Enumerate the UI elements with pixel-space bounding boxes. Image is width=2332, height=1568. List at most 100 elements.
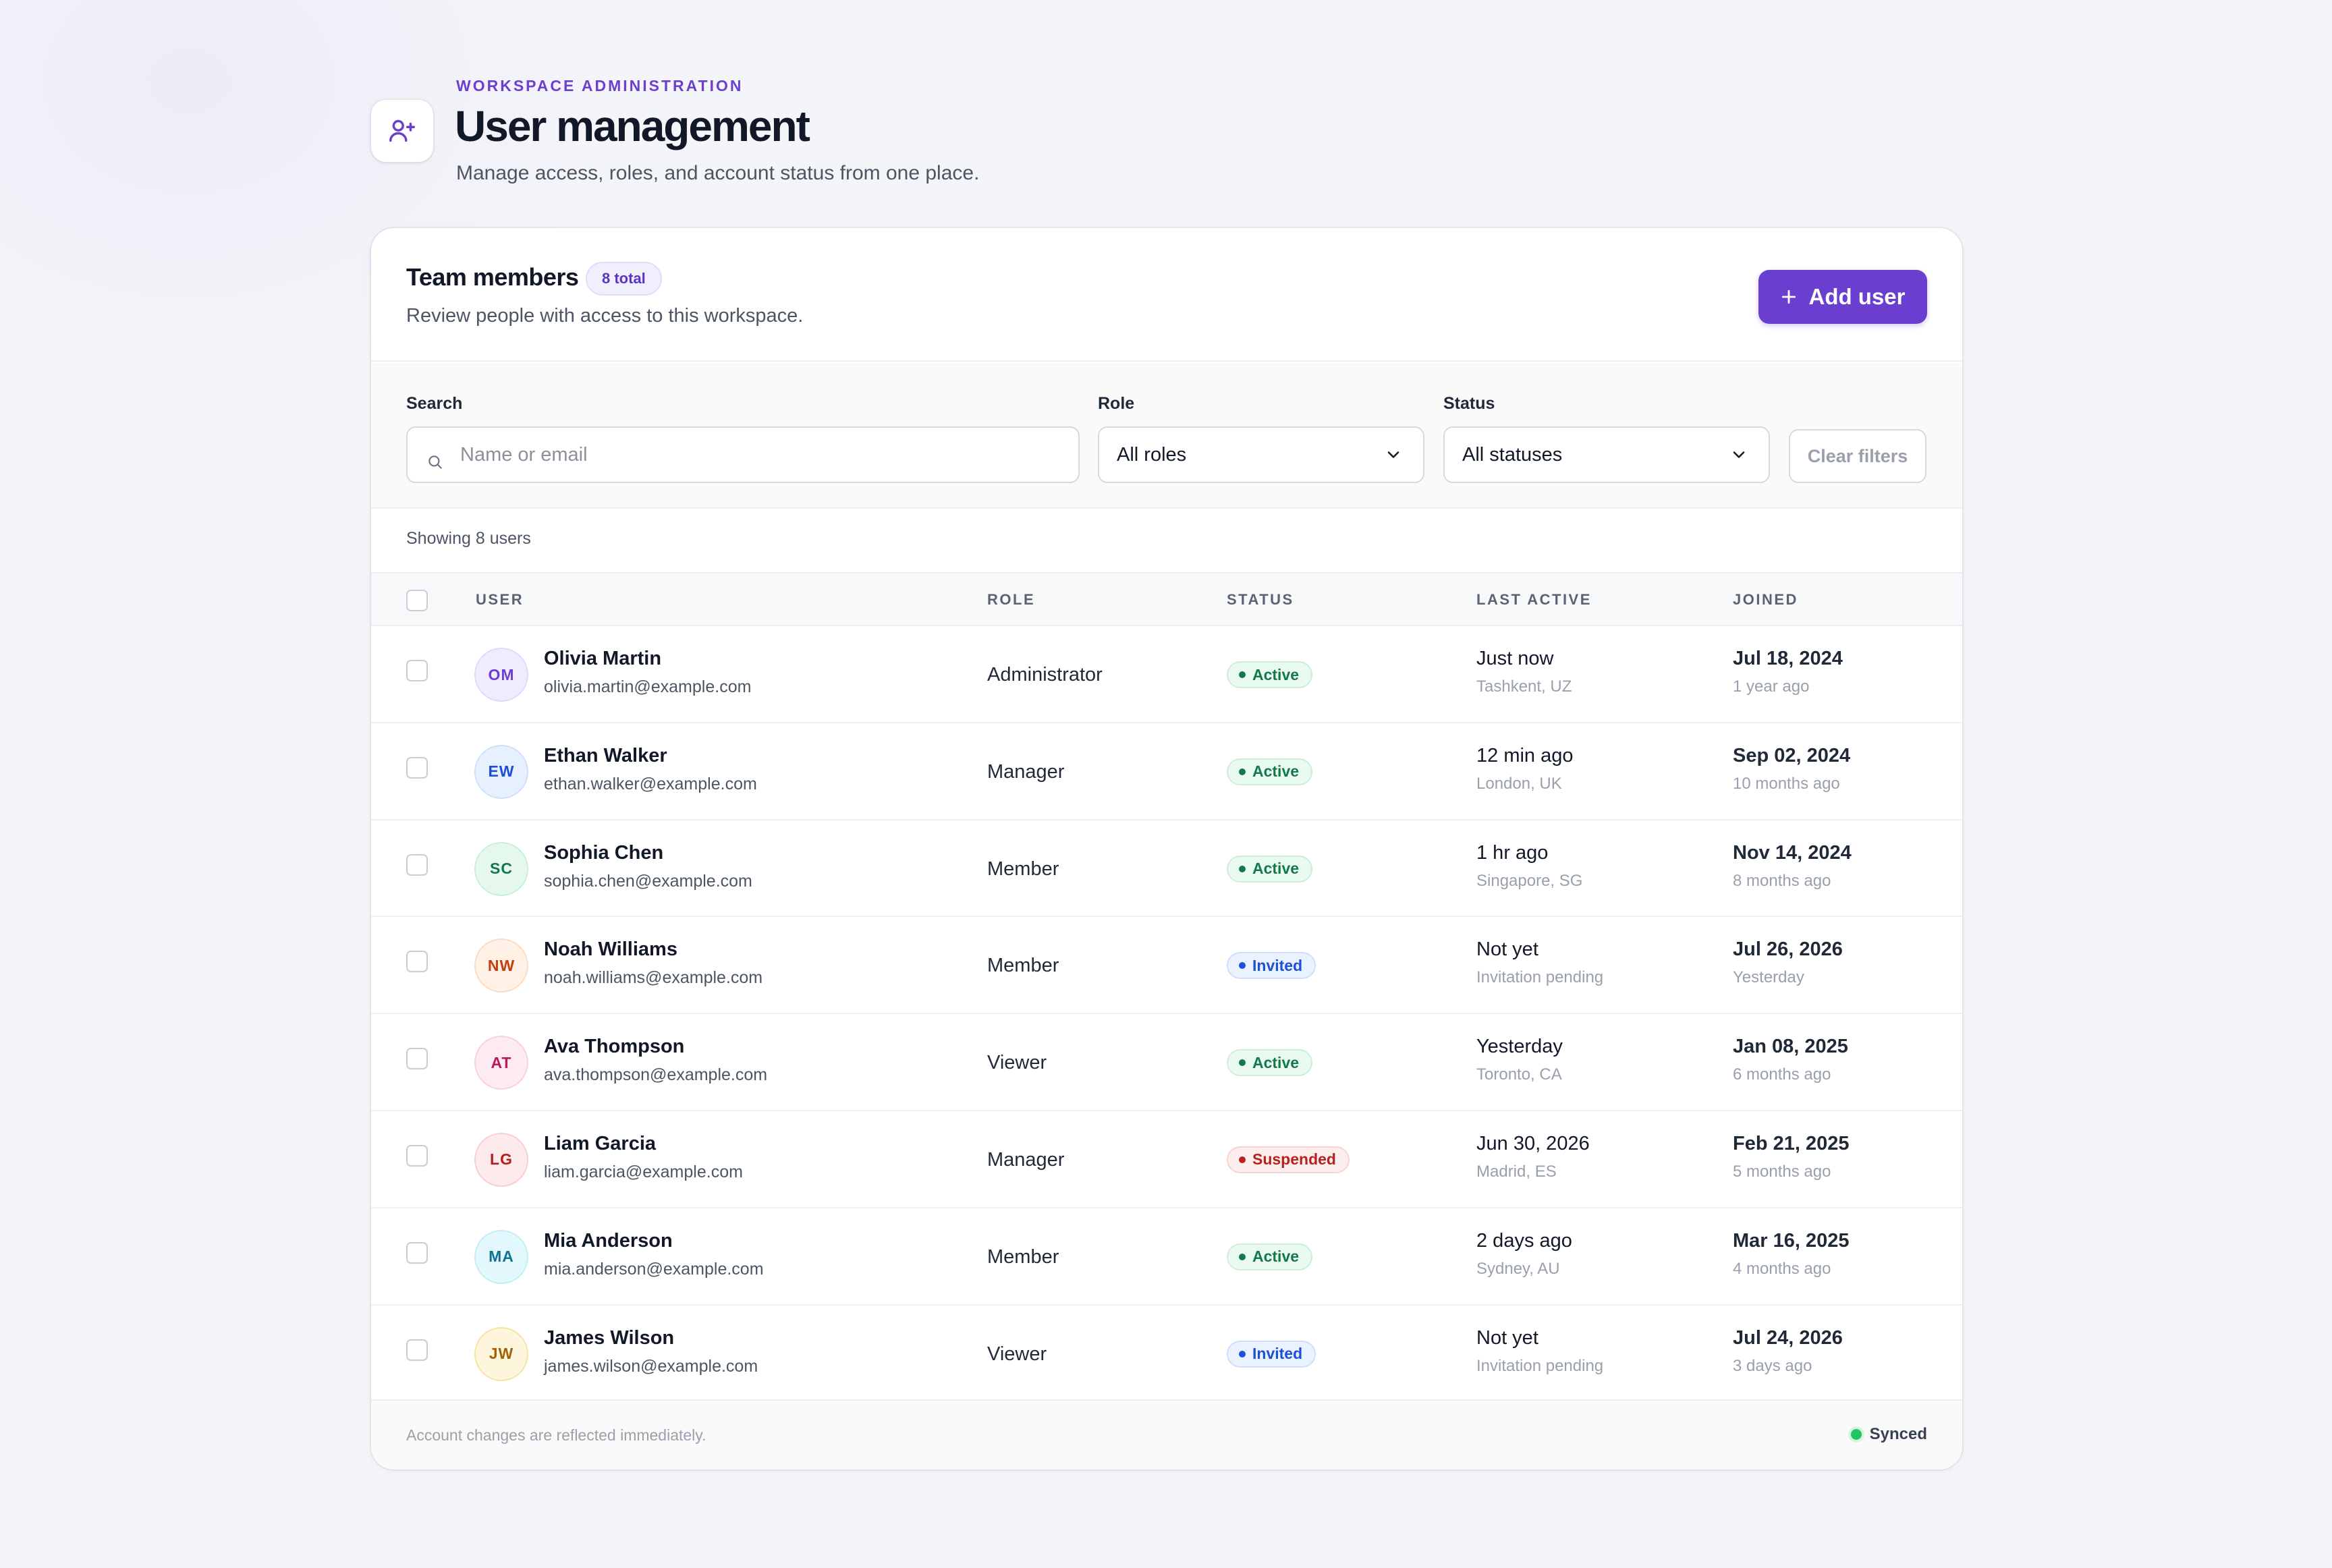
status-badge: Suspended <box>1227 1146 1350 1173</box>
status-badge: Active <box>1227 1243 1313 1270</box>
user-name: Olivia Martin <box>544 648 662 669</box>
user-name: Sophia Chen <box>544 841 664 864</box>
card-title: Team members <box>406 263 579 291</box>
user-email: sophia.chen@example.com <box>544 871 752 891</box>
row-checkbox[interactable] <box>406 660 428 681</box>
plus-icon <box>1782 289 1796 304</box>
status-label: Status <box>1443 394 1495 413</box>
column-header-last-active[interactable]: LAST ACTIVE <box>1476 591 1592 609</box>
row-checkbox[interactable] <box>406 853 428 876</box>
user-email: james.wilson@example.com <box>544 1356 758 1376</box>
last-active-location: Singapore, SG <box>1476 871 1583 890</box>
search-icon <box>428 455 442 469</box>
status-label: Active <box>1252 860 1300 878</box>
table-row[interactable]: MA Mia Anderson mia.anderson@example.com Me… <box>371 1208 1962 1306</box>
table-row[interactable]: LG Liam Garcia liam.garcia@example.com Mana… <box>371 1111 1962 1208</box>
last-active-location: Tashkent, UZ <box>1476 677 1572 696</box>
user-name: Ethan Walker <box>544 744 667 766</box>
status-dot <box>1239 671 1246 678</box>
sync-status: Synced <box>1850 1425 1927 1444</box>
avatar: LG <box>476 1133 527 1185</box>
last-active: Not yet <box>1476 1326 1538 1349</box>
search-label: Search <box>406 394 463 413</box>
avatar: OM <box>476 649 527 700</box>
table-row[interactable]: OM Olivia Martin olivia.martin@example.com… <box>371 626 1962 723</box>
table-row[interactable]: AT Ava Thompson ava.thompson@example.com Vi… <box>371 1014 1962 1111</box>
row-checkbox[interactable] <box>406 1339 428 1361</box>
row-checkbox[interactable] <box>406 951 428 973</box>
status-dot <box>1239 1350 1246 1357</box>
add-user-button[interactable]: Add user <box>1758 270 1927 324</box>
search-input[interactable] <box>408 428 1078 482</box>
joined-date: Sep 02, 2024 <box>1733 744 1851 766</box>
status-dot <box>1239 865 1246 872</box>
status-dot <box>1239 1253 1246 1260</box>
column-header-status[interactable]: STATUS <box>1227 591 1294 609</box>
user-name: Noah Williams <box>544 939 677 961</box>
last-active: 12 min ago <box>1476 744 1574 766</box>
user-name: Mia Anderson <box>544 1229 673 1252</box>
joined-relative: 8 months ago <box>1733 871 1831 890</box>
status-badge: Invited <box>1227 1340 1316 1368</box>
last-active: Just now <box>1476 648 1554 669</box>
column-header-role[interactable]: ROLE <box>987 591 1035 609</box>
user-role: Manager <box>987 1148 1065 1171</box>
chevron-down-icon <box>1733 451 1745 458</box>
avatar: EW <box>476 746 527 797</box>
last-active: Not yet <box>1476 939 1538 961</box>
member-count-badge: 8 total <box>586 262 662 296</box>
joined-relative: 6 months ago <box>1733 1065 1831 1084</box>
last-active-location: Invitation pending <box>1476 1356 1604 1375</box>
joined-date: Jul 24, 2026 <box>1733 1326 1843 1349</box>
column-header-joined[interactable]: JOINED <box>1733 591 1798 609</box>
user-plus-icon <box>371 100 433 162</box>
last-active: 2 days ago <box>1476 1229 1572 1252</box>
last-active: 1 hr ago <box>1476 841 1549 864</box>
status-dot <box>1239 1156 1246 1163</box>
role-select[interactable]: All roles <box>1098 426 1424 483</box>
user-role: Member <box>987 1245 1059 1268</box>
select-all-checkbox[interactable] <box>406 590 428 611</box>
status-dot <box>1239 768 1246 775</box>
joined-date: Feb 21, 2025 <box>1733 1132 1850 1154</box>
last-active-location: Toronto, CA <box>1476 1065 1562 1084</box>
search-field <box>406 426 1080 483</box>
role-label: Role <box>1098 394 1135 413</box>
table-row[interactable]: SC Sophia Chen sophia.chen@example.com Memb… <box>371 820 1962 918</box>
user-email: ethan.walker@example.com <box>544 774 757 793</box>
row-checkbox[interactable] <box>406 1241 428 1264</box>
user-role: Administrator <box>987 664 1103 685</box>
role-select-value: All roles <box>1117 443 1187 466</box>
joined-relative: 4 months ago <box>1733 1259 1831 1278</box>
row-checkbox[interactable] <box>406 1144 428 1167</box>
table-row[interactable]: EW Ethan Walker ethan.walker@example.com Ma… <box>371 723 1962 820</box>
sync-status-dot <box>1850 1429 1862 1440</box>
avatar: MA <box>476 1231 527 1283</box>
row-checkbox[interactable] <box>406 756 428 779</box>
table-row[interactable]: NW Noah Williams noah.williams@example.com… <box>371 917 1962 1015</box>
card-description: Review people with access to this worksp… <box>406 305 804 327</box>
user-name: Liam Garcia <box>544 1132 657 1154</box>
last-active-location: Invitation pending <box>1476 968 1604 987</box>
status-select[interactable]: All statuses <box>1443 426 1770 483</box>
status-label: Active <box>1252 1248 1300 1266</box>
column-header-user[interactable]: USER <box>476 591 524 609</box>
user-role: Member <box>987 955 1059 977</box>
user-name: Ava Thompson <box>544 1036 685 1058</box>
joined-relative: 5 months ago <box>1733 1162 1831 1181</box>
clear-filters-button[interactable]: Clear filters <box>1789 429 1926 483</box>
table-row[interactable]: JW James Wilson james.wilson@example.com Vi… <box>371 1306 1962 1403</box>
last-active-location: Sydney, AU <box>1476 1259 1560 1278</box>
status-label: Invited <box>1252 956 1303 974</box>
last-active-location: London, UK <box>1476 774 1562 793</box>
filters-bar: Search Role All roles Status All statuse… <box>371 363 1962 509</box>
status-badge: Active <box>1227 661 1313 688</box>
status-badge: Active <box>1227 758 1313 785</box>
user-email: ava.thompson@example.com <box>544 1065 768 1085</box>
page-subtitle: Manage access, roles, and account status… <box>456 162 980 184</box>
user-role: Viewer <box>987 1052 1047 1074</box>
avatar: JW <box>476 1328 527 1380</box>
footer-note: Account changes are reflected immediatel… <box>406 1426 706 1444</box>
last-active: Yesterday <box>1476 1036 1563 1058</box>
row-checkbox[interactable] <box>406 1048 428 1070</box>
